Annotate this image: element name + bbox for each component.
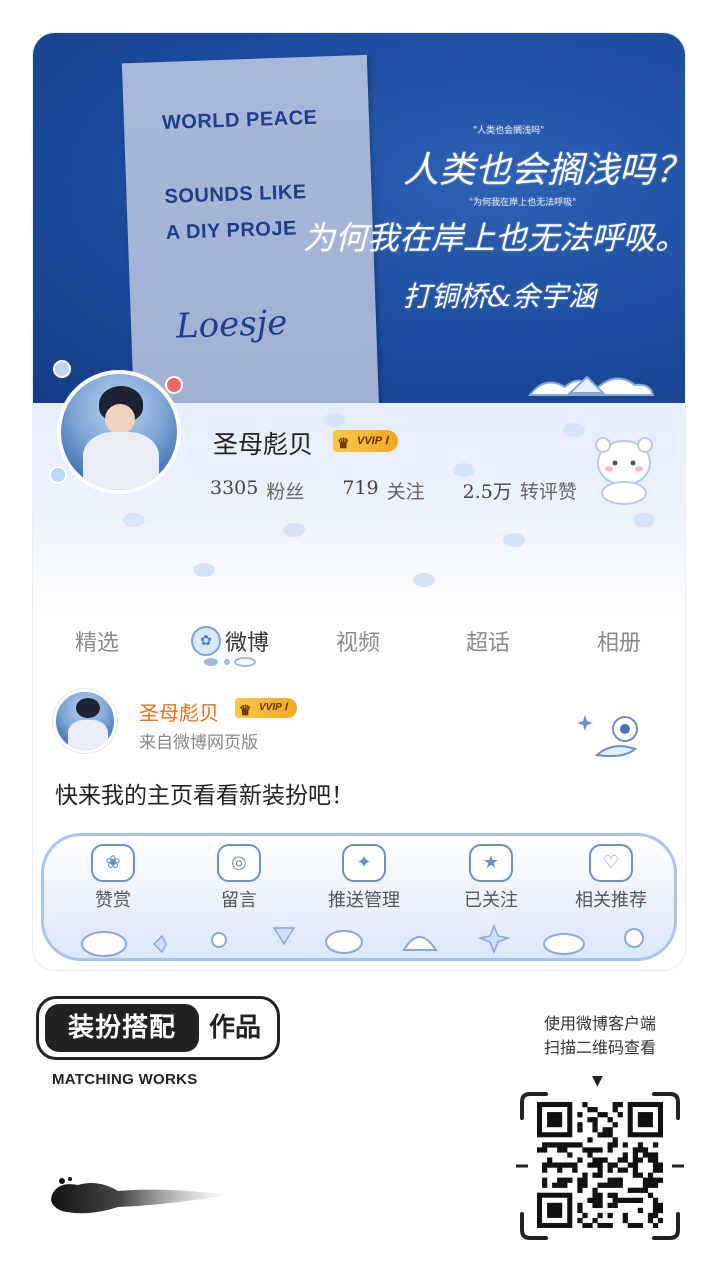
cover-banner[interactable]: WORLD PEACE SOUNDS LIKE A DIY PROJE Loes… (33, 33, 685, 403)
shell-decoration (527, 375, 655, 396)
post-avatar[interactable] (53, 689, 117, 753)
banner-calligraphy: 人类也会搁浅吗？ (403, 150, 685, 191)
crown-icon: ♛ (337, 435, 350, 451)
coral-icon: ✦ (342, 844, 386, 882)
ink-brush-decoration (51, 1177, 228, 1214)
stat-label: 粉丝 (266, 481, 305, 503)
profile-stats: 3305 粉丝 719 关注 2.5万 转评赞 (210, 477, 615, 504)
push-manage-button[interactable]: ✦ 推送管理 (309, 844, 419, 912)
action-label: 相关推荐 (575, 890, 647, 911)
stat-value: 719 (342, 477, 379, 499)
action-label: 留言 (221, 890, 257, 911)
shell-icon: ❀ (91, 844, 135, 882)
avatar-frame-decoration (49, 466, 67, 484)
avatar-image (57, 370, 181, 494)
badge-subtitle: MATCHING WORKS (52, 1071, 198, 1088)
stat-likes[interactable]: 2.5万 转评赞 (463, 477, 577, 504)
vip-badge-label: VVIP Ⅰ (259, 702, 288, 713)
badge-dark-label: 装扮搭配 (45, 1004, 199, 1052)
post-card[interactable]: 圣母彪贝 ♛ VVIP Ⅰ 来自微博网页版 快来我的主页看看新装扮吧！ ❀ 赞赏… (33, 673, 685, 970)
shell-tab-icon: ✿ (191, 626, 221, 656)
comment-button[interactable]: ◎ 留言 (184, 844, 294, 912)
reward-button[interactable]: ❀ 赞赏 (58, 844, 168, 912)
poster-signature: Loesje (175, 302, 289, 347)
banner-calligraphy: 打铜桥&余宇涵 (403, 280, 596, 313)
stat-value: 2.5万 (462, 481, 512, 503)
matching-works-badge: 装扮搭配 作品 (36, 996, 280, 1060)
avatar[interactable] (49, 360, 185, 498)
stat-following[interactable]: 719 关注 (342, 477, 424, 504)
angel-heart-icon: ♡ (589, 844, 633, 882)
poster-line: SOUNDS LIKE (164, 181, 308, 208)
clam-icon: ◎ (217, 844, 261, 882)
action-label: 赞赏 (95, 890, 131, 911)
poster-line: A DIY PROJE (165, 217, 298, 244)
arrow-down-icon: ▼ (592, 1073, 603, 1089)
bear-decoration-icon (595, 437, 653, 505)
tab-featured[interactable]: 精选 (75, 625, 119, 657)
banner-caption: "为何我在岸上也无法呼吸" (469, 198, 577, 208)
stat-label: 转评赞 (519, 481, 577, 503)
post-author[interactable]: 圣母彪贝 (139, 697, 219, 726)
recommend-button[interactable]: ♡ 相关推荐 (556, 844, 666, 912)
stat-label: 关注 (386, 481, 425, 503)
post-source: 来自微博网页版 (139, 733, 258, 753)
crown-icon: ♛ (239, 702, 252, 718)
banner-calligraphy: 为何我在岸上也无法呼吸。 (303, 219, 685, 257)
stat-value: 3305 (210, 477, 259, 499)
action-label: 推送管理 (328, 890, 400, 911)
sea-creatures-decoration (81, 923, 644, 957)
profile-card: WORLD PEACE SOUNDS LIKE A DIY PROJE Loes… (33, 33, 685, 970)
vip-badge-label: VVIP Ⅰ (357, 435, 388, 447)
starfish-icon: ★ (469, 844, 513, 882)
avatar-frame-decoration (53, 360, 71, 378)
action-label: 已关注 (464, 890, 518, 911)
stat-followers[interactable]: 3305 粉丝 (210, 477, 304, 504)
scan-instruction: 使用微博客户端 (543, 1014, 656, 1033)
sparkle-decoration-icon (577, 715, 638, 758)
vip-badge[interactable]: ♛ VVIP Ⅰ (333, 430, 398, 452)
tab-bar: 精选 ✿ 微博 视频 超话 相册 (33, 613, 685, 673)
poster-line: WORLD PEACE (161, 106, 318, 135)
tab-album[interactable]: 相册 (597, 625, 641, 657)
tab-videos[interactable]: 视频 (336, 625, 380, 657)
profile-name[interactable]: 圣母彪贝 (213, 425, 313, 461)
tab-label: 微博 (225, 631, 270, 656)
followed-button[interactable]: ★ 已关注 (436, 844, 546, 912)
badge-light-label: 作品 (209, 1013, 262, 1043)
post-vip-badge[interactable]: ♛ VVIP Ⅰ (235, 698, 298, 718)
banner-caption: "人类也会搁浅吗" (473, 126, 545, 136)
scan-instruction: 扫描二维码查看 (543, 1038, 656, 1057)
post-action-bar: ❀ 赞赏 ◎ 留言 ✦ 推送管理 ★ 已关注 ♡ 相关推荐 (41, 833, 677, 961)
avatar-frame-decoration (165, 376, 183, 394)
qr-code[interactable] (537, 1102, 663, 1228)
active-tab-indicator (204, 657, 256, 667)
tab-supertopic[interactable]: 超话 (466, 625, 510, 657)
post-text: 快来我的主页看看新装扮吧！ (55, 783, 354, 809)
tab-weibo[interactable]: ✿ 微博 (191, 625, 270, 657)
